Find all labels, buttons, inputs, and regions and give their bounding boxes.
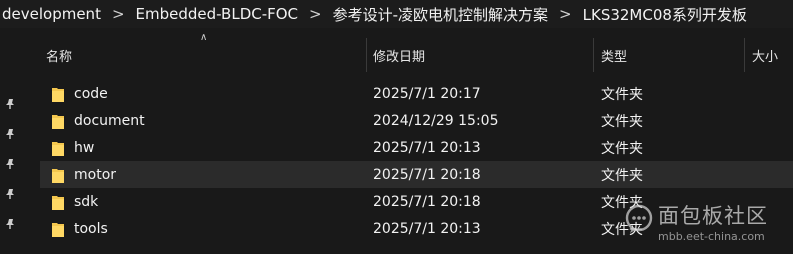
column-divider[interactable] [366,38,367,72]
file-name: sdk [74,193,99,210]
file-modified: 2024/12/29 15:05 [373,112,499,129]
column-header-row: ∧ 名称 修改日期 类型 大小 [40,32,793,72]
breadcrumb: development > Embedded-BLDC-FOC > 参考设计-凌… [0,0,793,28]
pin-icon[interactable] [4,188,16,200]
folder-icon [52,223,64,237]
column-divider[interactable] [744,38,745,72]
column-header-name[interactable]: 名称 [46,38,366,72]
list-item[interactable]: code 2025/7/1 20:17 文件夹 [40,80,793,107]
list-item[interactable]: hw 2025/7/1 20:13 文件夹 [40,134,793,161]
file-name: code [74,85,108,102]
chevron-right-icon: > [111,5,125,23]
breadcrumb-item-development[interactable]: development [0,5,105,23]
pin-icon[interactable] [4,158,16,170]
folder-icon [52,169,64,183]
pin-icon[interactable] [4,128,16,140]
column-divider[interactable] [593,38,594,72]
breadcrumb-item-reference[interactable]: 参考设计-凌欧电机控制解决方案 [329,4,552,25]
watermark-title: 面包板社区 [658,204,768,228]
folder-icon [52,88,64,102]
file-type: 文件夹 [601,113,643,130]
file-name: motor [74,166,117,183]
breadcrumb-item-embedded[interactable]: Embedded-BLDC-FOC [132,5,303,23]
column-header-size[interactable]: 大小 [752,38,792,72]
file-modified: 2025/7/1 20:13 [373,220,481,237]
file-name: tools [74,220,108,237]
folder-icon [52,142,64,156]
folder-icon [52,196,64,210]
file-modified: 2025/7/1 20:18 [373,166,481,183]
file-type: 文件夹 [601,86,643,103]
pin-icon[interactable] [4,98,16,110]
file-modified: 2025/7/1 20:18 [373,193,481,210]
file-type: 文件夹 [601,140,643,157]
chat-bubble-logo-icon [625,204,653,233]
list-item-hovered[interactable]: motor 2025/7/1 20:18 文件夹 [40,161,793,188]
file-name: hw [74,139,95,156]
file-modified: 2025/7/1 20:13 [373,139,481,156]
chevron-right-icon: > [559,5,572,23]
list-item[interactable]: document 2024/12/29 15:05 文件夹 [40,107,793,134]
file-name: document [74,112,145,129]
watermark: 面包板社区 mbb.eet-china.com [622,198,793,246]
file-modified: 2025/7/1 20:17 [373,85,481,102]
watermark-url: mbb.eet-china.com [658,230,765,243]
file-type: 文件夹 [601,167,643,184]
breadcrumb-item-board[interactable]: LKS32MC08系列开发板 [579,4,751,25]
pin-icon[interactable] [4,218,16,230]
folder-icon [52,115,64,129]
chevron-right-icon: > [309,5,322,23]
column-header-modified[interactable]: 修改日期 [373,38,593,72]
column-header-type[interactable]: 类型 [601,38,741,72]
